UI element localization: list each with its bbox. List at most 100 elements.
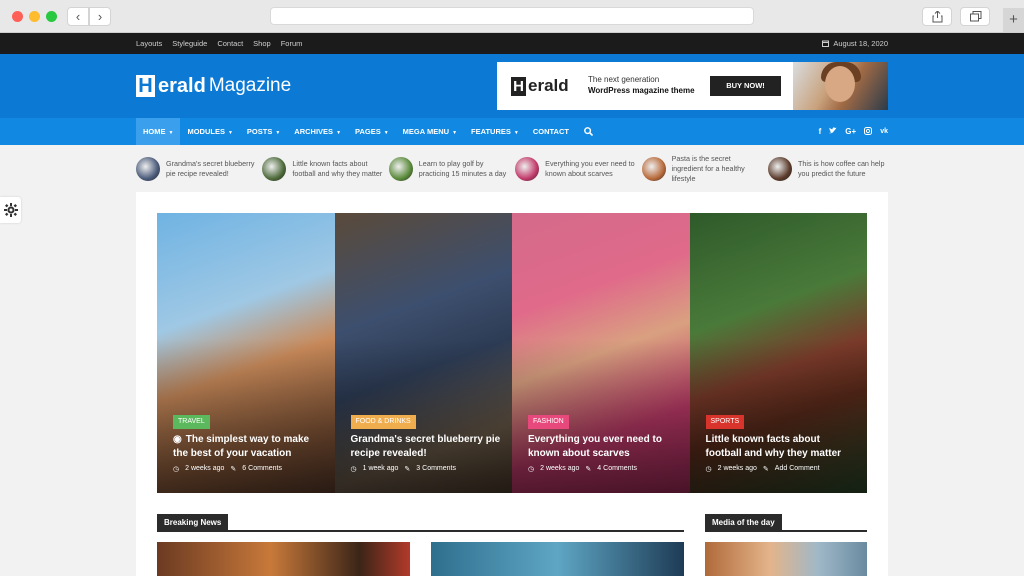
category-badge[interactable]: FASHION [528,415,569,429]
ticker-item[interactable]: Pasta is the secret ingredient for a hea… [641,154,762,184]
search-button[interactable] [576,118,601,145]
post-comments-link[interactable]: Add Comment [775,465,820,473]
instagram-icon[interactable] [864,126,873,137]
comments-icon: ✎ [762,466,769,473]
main-content: TRAVEL ◉ The simplest way to make the best… [136,192,888,576]
nav-item-label: MODULES [187,127,225,136]
ticker-thumbnail [515,157,540,181]
featured-post[interactable]: FASHION Everything you ever need to known… [512,213,690,493]
media-of-day-heading: Media of the day [705,514,782,531]
comments-icon: ✎ [230,466,237,473]
ticker-thumbnail [136,157,160,181]
post-time: 2 weeks ago [717,465,757,472]
post-title-text: The simplest way to make the best of you… [173,434,310,459]
featured-post[interactable]: TRAVEL ◉ The simplest way to make the best… [157,213,335,493]
twitter-icon[interactable] [829,127,837,136]
browser-toolbar: ‹ › + [0,0,1024,33]
top-links: Layouts Styleguide Contact Shop Forum [136,33,302,54]
post-title-text: Grandma's secret blueberry pie recipe re… [350,434,501,459]
search-icon [584,127,594,137]
trending-ticker: Grandma's secret blueberry pie recipe re… [136,154,888,184]
minimize-window-button[interactable] [29,11,40,22]
ticker-item[interactable]: Little known facts about football and wh… [262,154,382,184]
nav-item-mega-menu[interactable]: MEGA MENU ▼ [396,118,464,145]
back-button[interactable]: ‹ [67,7,89,26]
ad-tagline-bold: WordPress magazine theme [588,86,695,95]
forward-button[interactable]: › [89,7,111,26]
vk-icon[interactable]: vk [880,128,888,135]
post-title[interactable]: ◉ The simplest way to make the best of yo… [173,433,323,461]
chevron-left-icon: ‹ [75,9,81,24]
ticker-headline: Pasta is the secret ingredient for a hea… [671,154,745,183]
post-comments-link[interactable]: 3 Comments [416,465,456,473]
new-tab-button[interactable]: + [1003,8,1024,32]
featured-post[interactable]: FOOD & DRINKS Grandma's secret blueberry … [334,213,512,493]
post-title[interactable]: Everything you ever need to known about … [528,433,678,461]
category-badge[interactable]: TRAVEL [173,415,210,429]
site-logo[interactable]: H erald Magazine [136,73,291,99]
site-header: H erald Magazine H erald The next genera… [0,54,1024,118]
ticker-thumbnail [641,157,666,181]
ad-logo-word: erald [528,76,569,95]
top-link-contact[interactable]: Contact [217,39,243,48]
logo-mark: H [136,75,155,97]
social-links: f G+ vk [819,118,888,145]
post-title[interactable]: Little known facts about football and wh… [706,433,856,461]
google-plus-icon[interactable]: G+ [845,127,856,136]
post-comments-link[interactable]: 4 Comments [597,465,637,473]
nav-item-label: ARCHIVES [294,127,334,136]
zoom-window-button[interactable] [46,11,57,22]
ticker-item[interactable]: Grandma's secret blueberry pie recipe re… [136,154,256,184]
settings-gear-button[interactable] [0,197,21,223]
nav-item-archives[interactable]: ARCHIVES ▼ [287,118,348,145]
nav-item-label: MEGA MENU [402,127,450,136]
top-link-styleguide[interactable]: Styleguide [172,39,207,48]
top-link-layouts[interactable]: Layouts [136,39,162,48]
ticker-item[interactable]: Everything you ever need to known about … [515,154,635,184]
buy-now-button[interactable]: BUY NOW! [710,76,781,96]
nav-item-home[interactable]: HOME ▼ [136,118,181,145]
ticker-headline: Little known facts about football and wh… [292,159,383,178]
ticker-item[interactable]: Learn to play golf by practicing 15 minu… [388,154,509,184]
category-badge[interactable]: SPORTS [705,415,745,429]
facebook-icon[interactable]: f [819,127,822,136]
post-time: 2 weeks ago [185,465,225,472]
share-button[interactable] [922,7,952,26]
top-link-forum[interactable]: Forum [281,39,303,48]
tabs-overview-button[interactable] [960,7,990,26]
ticker-thumbnail [767,157,792,181]
ticker-item[interactable]: This is how coffee can help you predict … [767,154,888,184]
nav-item-posts[interactable]: POSTS ▼ [240,118,287,145]
clock-icon: ◷ [173,466,180,473]
breaking-news-thumb-2[interactable] [431,542,684,576]
close-window-button[interactable] [12,11,23,22]
post-time: 1 week ago [362,465,399,472]
media-of-day-thumb[interactable] [705,542,867,576]
nav-item-contact[interactable]: CONTACT [526,118,576,145]
comments-icon: ✎ [404,466,411,473]
nav-item-features[interactable]: FEATURES ▼ [464,118,526,145]
post-meta: ◷ 2 weeks ago ✎ Add Comment [706,465,820,473]
featured-post[interactable]: SPORTS Little known facts about football … [689,213,867,493]
post-meta: ◷ 1 week ago ✎ 3 Comments [351,465,456,473]
chevron-down-icon: ▼ [168,130,174,136]
clock-icon: ◷ [350,466,357,473]
top-link-shop[interactable]: Shop [253,39,271,48]
breaking-news-thumb-1[interactable] [157,542,410,576]
clock-icon: ◷ [705,466,712,473]
post-comments-link[interactable]: 6 Comments [242,465,282,473]
header-ad-banner[interactable]: H erald The next generation WordPress ma… [497,62,888,110]
chevron-down-icon: ▼ [336,130,342,136]
featured-posts-grid: TRAVEL ◉ The simplest way to make the best… [157,213,867,493]
nav-item-modules[interactable]: MODULES ▼ [180,118,239,145]
breaking-news-rule [157,530,684,532]
post-title-text: Little known facts about football and wh… [705,434,842,459]
chevron-down-icon: ▼ [383,130,389,136]
category-badge[interactable]: FOOD & DRINKS [350,415,416,429]
address-bar[interactable] [270,7,754,25]
ticker-headline: This is how coffee can help you predict … [797,159,885,178]
share-icon [932,11,943,23]
post-title[interactable]: Grandma's secret blueberry pie recipe re… [351,433,501,461]
nav-item-pages[interactable]: PAGES ▼ [348,118,396,145]
nav-item-label: CONTACT [532,127,569,136]
